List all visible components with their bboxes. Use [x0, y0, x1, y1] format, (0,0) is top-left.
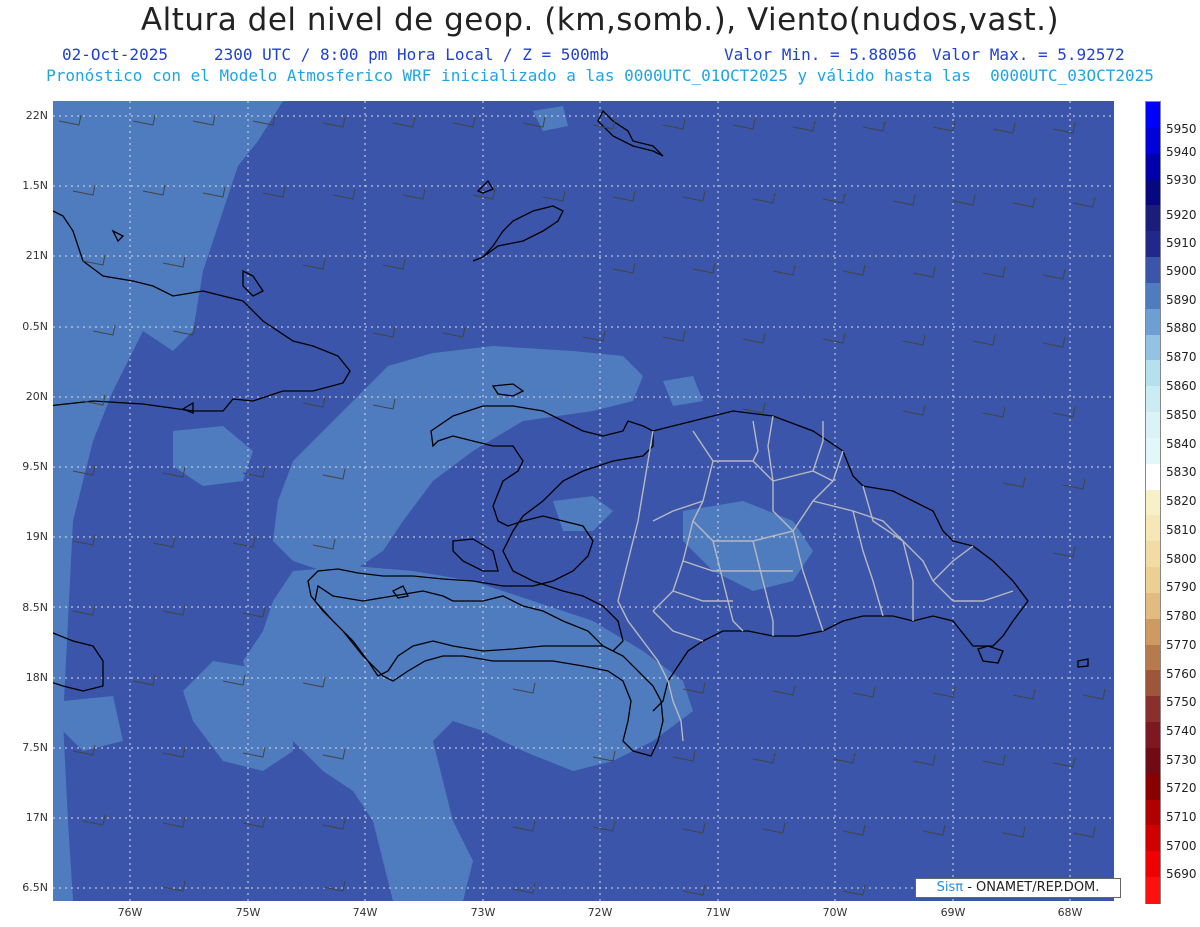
- color-scale-segment: [1146, 618, 1160, 646]
- lat-label: 20N: [25, 390, 48, 403]
- color-scale-label: 5920: [1166, 208, 1197, 222]
- color-scale-segment: [1146, 773, 1160, 801]
- lon-label: 75W: [235, 906, 261, 919]
- color-scale-segment: [1146, 334, 1160, 361]
- lat-label: 19N: [25, 530, 48, 543]
- map-svg: [53, 101, 1114, 901]
- info-line: 02-Oct-2025 2300 UTC / 8:00 pm Hora Loca…: [0, 45, 1200, 65]
- color-scale-label: 5790: [1166, 580, 1197, 594]
- color-scale-bar: [1145, 101, 1161, 904]
- lat-label: 22N: [25, 109, 48, 122]
- color-scale-label: 5830: [1166, 465, 1197, 479]
- color-scale-segment: [1146, 696, 1160, 723]
- color-scale-label: 5880: [1166, 321, 1197, 335]
- min-value: Valor Min. = 5.88056: [724, 45, 917, 64]
- color-scale-label: 5750: [1166, 695, 1197, 709]
- color-scale-label: 5840: [1166, 437, 1197, 451]
- color-scale-label: 5950: [1166, 122, 1197, 136]
- color-scale-segment: [1146, 179, 1160, 206]
- color-scale-segment: [1146, 308, 1160, 336]
- map-plot[interactable]: [53, 101, 1114, 901]
- lon-label: 70W: [822, 906, 848, 919]
- color-scale-label: 5810: [1166, 523, 1197, 537]
- color-scale-segment: [1146, 799, 1160, 827]
- color-scale-segment: [1146, 722, 1160, 749]
- color-scale-label: 5870: [1166, 350, 1197, 364]
- color-scale-segment: [1146, 463, 1160, 491]
- color-scale-label: 5710: [1166, 810, 1197, 824]
- color-scale-label: 5850: [1166, 408, 1197, 422]
- lon-label: 73W: [470, 906, 496, 919]
- color-scale-segment: [1146, 567, 1160, 594]
- lat-label: 8.5N: [22, 601, 48, 614]
- color-scale-label: 5740: [1166, 724, 1197, 738]
- max-value: Valor Max. = 5.92572: [932, 45, 1125, 64]
- color-scale-label: 5780: [1166, 609, 1197, 623]
- lat-label: 7.5N: [22, 741, 48, 754]
- color-scale-segment: [1146, 670, 1160, 697]
- color-scale-segment: [1146, 644, 1160, 672]
- forecast-time: 2300 UTC / 8:00 pm Hora Local / Z = 500m…: [214, 45, 609, 64]
- color-scale-segment: [1146, 205, 1160, 232]
- color-scale-segment: [1146, 127, 1160, 155]
- color-scale-segment: [1146, 489, 1160, 517]
- color-scale-segment: [1146, 515, 1160, 542]
- color-scale-label: 5800: [1166, 552, 1197, 566]
- lon-label: 76W: [117, 906, 143, 919]
- color-scale-label: 5720: [1166, 781, 1197, 795]
- color-scale-label: 5700: [1166, 839, 1197, 853]
- color-scale-segment: [1146, 877, 1160, 904]
- lat-label: 0.5N: [22, 320, 48, 333]
- lat-label: 6.5N: [22, 881, 48, 894]
- color-scale-label: 5860: [1166, 379, 1197, 393]
- color-scale-segment: [1146, 102, 1160, 129]
- color-scale-label: 5930: [1166, 173, 1197, 187]
- color-scale-segment: [1146, 257, 1160, 284]
- model-subtitle: Pronóstico con el Modelo Atmosferico WRF…: [46, 66, 1154, 85]
- color-scale-segment: [1146, 231, 1160, 258]
- color-scale-segment: [1146, 747, 1160, 775]
- map-title: Altura del nivel de geop. (km,somb.), Vi…: [140, 2, 1060, 38]
- lon-label: 71W: [705, 906, 731, 919]
- color-scale-segment: [1146, 282, 1160, 310]
- lat-label: 1.5N: [22, 179, 48, 192]
- color-scale-segment: [1146, 851, 1160, 878]
- credit-box: Sisπ - ONAMET/REP.DOM.: [915, 878, 1121, 898]
- height-shading: [53, 101, 813, 901]
- color-scale-segment: [1146, 437, 1160, 465]
- lat-label: 9.5N: [22, 460, 48, 473]
- lat-label: 21N: [25, 249, 48, 262]
- sis-logo-text: Sisπ: [936, 880, 964, 895]
- forecast-date: 02-Oct-2025: [62, 45, 168, 64]
- color-scale-label: 5770: [1166, 638, 1197, 652]
- lon-label: 68W: [1057, 906, 1083, 919]
- color-scale-label: 5760: [1166, 667, 1197, 681]
- lat-label: 18N: [25, 671, 48, 684]
- lon-label: 74W: [352, 906, 378, 919]
- credit-text: - ONAMET/REP.DOM.: [967, 880, 1100, 895]
- color-scale-segment: [1146, 592, 1160, 620]
- color-scale-label: 5820: [1166, 494, 1197, 508]
- color-scale-segment: [1146, 360, 1160, 387]
- color-scale-segment: [1146, 541, 1160, 568]
- color-scale-segment: [1146, 386, 1160, 413]
- lon-label: 72W: [587, 906, 613, 919]
- lat-label: 17N: [25, 811, 48, 824]
- color-scale-label: 5890: [1166, 293, 1197, 307]
- color-scale-label: 5900: [1166, 264, 1197, 278]
- color-scale-label: 5940: [1166, 145, 1197, 159]
- color-scale-segment: [1146, 825, 1160, 852]
- color-scale-label: 5730: [1166, 753, 1197, 767]
- lon-label: 69W: [940, 906, 966, 919]
- color-scale-label: 5910: [1166, 236, 1197, 250]
- color-scale-label: 5690: [1166, 867, 1197, 881]
- color-scale-segment: [1146, 412, 1160, 439]
- color-scale-segment: [1146, 153, 1160, 181]
